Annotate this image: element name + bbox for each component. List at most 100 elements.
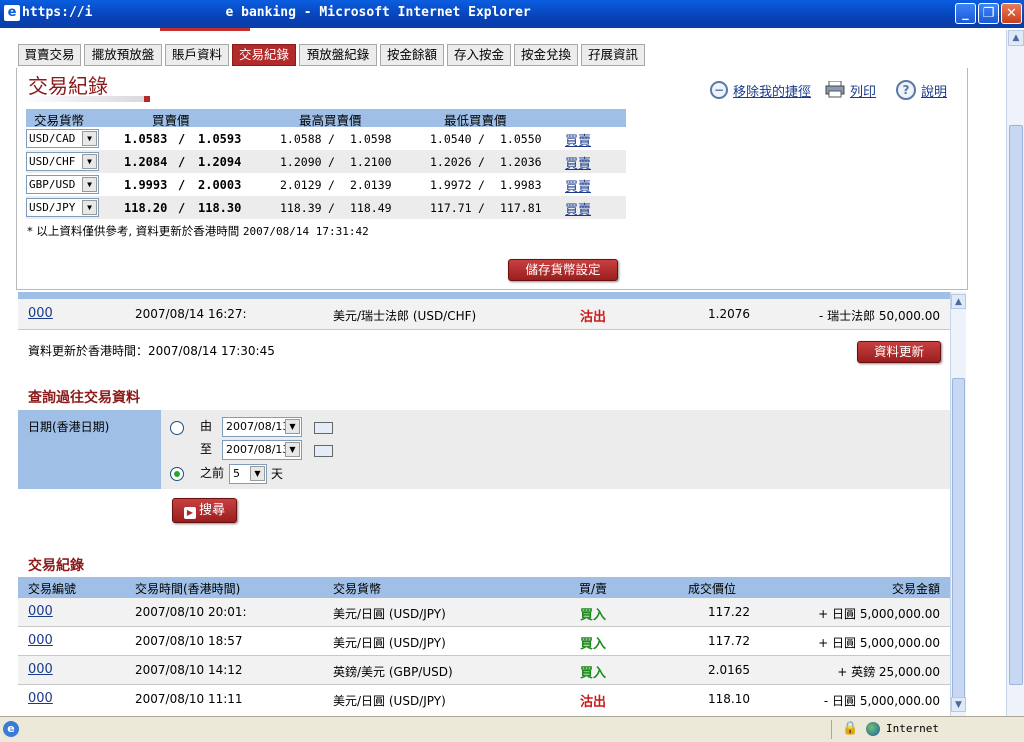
low-ask: 1.0550 [500, 132, 542, 146]
play-arrow-icon: ▶ [183, 507, 196, 519]
page-scrollbar[interactable]: ▲ [1006, 30, 1024, 716]
scroll-up-arrow-icon[interactable]: ▲ [1008, 30, 1024, 46]
recent-table-header-clipped [18, 292, 950, 299]
high-ask: 1.0598 [350, 132, 392, 146]
radio-selected-dot [174, 471, 180, 477]
dropdown-arrow-icon[interactable]: ▼ [82, 131, 97, 146]
transaction-id-link[interactable]: 000 [28, 306, 53, 321]
redaction-stripe [160, 28, 250, 31]
trade-link[interactable]: 買賣 [565, 153, 591, 172]
col-currency: 交易貨幣 [333, 582, 382, 596]
before-label: 之前 [200, 466, 225, 480]
refresh-button[interactable]: 資料更新 [857, 341, 941, 363]
low-bid: 1.9972 [430, 178, 472, 192]
search-button[interactable]: ▶ 搜尋 [172, 498, 237, 523]
transaction-id-link[interactable]: 000 [28, 662, 53, 677]
title-underline [18, 96, 148, 102]
rates-table-header: 交易貨幣 買賣價 最高買賣價 最低買賣價 [26, 109, 626, 128]
bid: 118.20 [124, 201, 168, 215]
currency-select[interactable]: GBP/USD ▼ [26, 175, 99, 194]
high-ask: 1.2100 [350, 155, 392, 169]
bid: 1.9993 [124, 178, 168, 192]
sep: / [178, 132, 186, 146]
transaction-id-link[interactable]: 000 [28, 604, 53, 619]
remove-shortcut-link[interactable]: 移除我的捷徑 [733, 81, 811, 100]
currency-select[interactable]: USD/CAD ▼ [26, 129, 99, 148]
sep: / [478, 155, 485, 169]
status-bar: e 🔒 Internet [0, 716, 1024, 742]
trade-link[interactable]: 買賣 [565, 130, 591, 149]
title-accent [144, 96, 150, 102]
low-bid: 1.0540 [430, 132, 472, 146]
transaction-price: 117.72 [708, 634, 750, 648]
tab-margin-info[interactable]: 孖展資訊 [581, 44, 645, 66]
help-icon[interactable]: ? [896, 80, 916, 100]
transaction-id-link[interactable]: 000 [28, 691, 53, 706]
dropdown-arrow-icon[interactable]: ▼ [285, 442, 300, 457]
tab-order-record[interactable]: 預放盤紀錄 [299, 44, 377, 66]
inner-scroll-thumb[interactable] [952, 378, 965, 700]
transaction-side: 買入 [580, 637, 607, 652]
tab-trade[interactable]: 買賣交易 [18, 44, 81, 66]
transaction-currency: 美元/日圓 (USD/JPY) [333, 636, 446, 650]
print-link[interactable]: 列印 [850, 81, 876, 100]
tab-place-order[interactable]: 擺放預放盤 [84, 44, 162, 66]
trade-link[interactable]: 買賣 [565, 176, 591, 195]
table-row: 000 2007/08/10 18:57 美元/日圓 (USD/JPY) 買入 … [18, 627, 950, 656]
dropdown-arrow-icon[interactable]: ▼ [82, 177, 97, 192]
trade-link[interactable]: 買賣 [565, 199, 591, 218]
help-link[interactable]: 說明 [921, 81, 947, 100]
high-bid: 118.39 [280, 201, 322, 215]
calendar-icon[interactable] [314, 422, 333, 434]
transaction-id-link[interactable]: 000 [28, 633, 53, 648]
days-before-radio[interactable] [170, 467, 184, 481]
bid: 1.0583 [124, 132, 168, 146]
calendar-icon[interactable] [314, 445, 333, 457]
currency-select-value: USD/CHF [29, 155, 76, 168]
days-select[interactable]: 5 ▼ [229, 464, 267, 484]
to-date-select[interactable]: 2007/08/13 ▼ [222, 440, 302, 460]
inner-scrollbar[interactable]: ▲ ▼ [950, 292, 966, 716]
transaction-currency: 美元/瑞士法郎 (USD/CHF) [333, 309, 477, 323]
high-ask: 118.49 [350, 201, 392, 215]
tab-transaction-record[interactable]: 交易紀錄 [232, 44, 296, 66]
currency-select[interactable]: USD/CHF ▼ [26, 152, 99, 171]
from-label: 由 [200, 419, 213, 433]
transaction-amount: + 日圓 5,000,000.00 [818, 636, 940, 650]
scroll-up-arrow-icon[interactable]: ▲ [951, 294, 966, 309]
date-range-radio[interactable] [170, 421, 184, 435]
transaction-side: 沽出 [580, 310, 607, 325]
dropdown-arrow-icon[interactable]: ▼ [250, 466, 265, 481]
close-button[interactable]: ✕ [1001, 3, 1022, 24]
tab-account-info[interactable]: 賬戶資料 [165, 44, 229, 66]
scroll-down-arrow-icon[interactable]: ▼ [951, 697, 966, 712]
dropdown-arrow-icon[interactable]: ▼ [82, 200, 97, 215]
sep: / [178, 178, 186, 192]
tab-deposit-margin[interactable]: 存入按金 [447, 44, 511, 66]
dropdown-arrow-icon[interactable]: ▼ [82, 154, 97, 169]
transaction-amount: + 日圓 5,000,000.00 [818, 607, 940, 621]
remove-shortcut-icon[interactable]: − [710, 81, 728, 99]
save-currency-settings-button[interactable]: 儲存貨幣設定 [508, 259, 618, 281]
transaction-amount: - 瑞士法郎 50,000.00 [818, 309, 940, 323]
high-bid: 1.0588 [280, 132, 322, 146]
transaction-time: 2007/08/10 20:01: [135, 605, 247, 619]
currency-select-value: USD/CAD [29, 132, 76, 145]
currency-select[interactable]: USD/JPY ▼ [26, 198, 99, 217]
query-fields-cell: 由 2007/08/13 ▼ 至 2007/08/13 ▼ 之前 5 ▼ 天 [161, 410, 950, 489]
ask: 2.0003 [198, 178, 242, 192]
dropdown-arrow-icon[interactable]: ▼ [285, 419, 300, 434]
page-scroll-thumb[interactable] [1009, 125, 1023, 685]
lock-icon: 🔒 [842, 721, 859, 736]
tab-margin-balance[interactable]: 按金餘額 [380, 44, 444, 66]
printer-icon[interactable] [825, 80, 845, 98]
from-date-select[interactable]: 2007/08/13 ▼ [222, 417, 302, 437]
history-section-title: 交易紀錄 [28, 558, 84, 574]
query-section-title: 查詢過往交易資料 [28, 390, 140, 406]
restore-button[interactable]: ❐ [978, 3, 999, 24]
minimize-button[interactable]: _ [955, 3, 976, 24]
low-ask: 117.81 [500, 201, 542, 215]
from-date-value: 2007/08/13 [226, 420, 290, 433]
tab-margin-exchange[interactable]: 按金兌換 [514, 44, 578, 66]
query-label-cell: 日期(香港日期) [18, 410, 161, 489]
